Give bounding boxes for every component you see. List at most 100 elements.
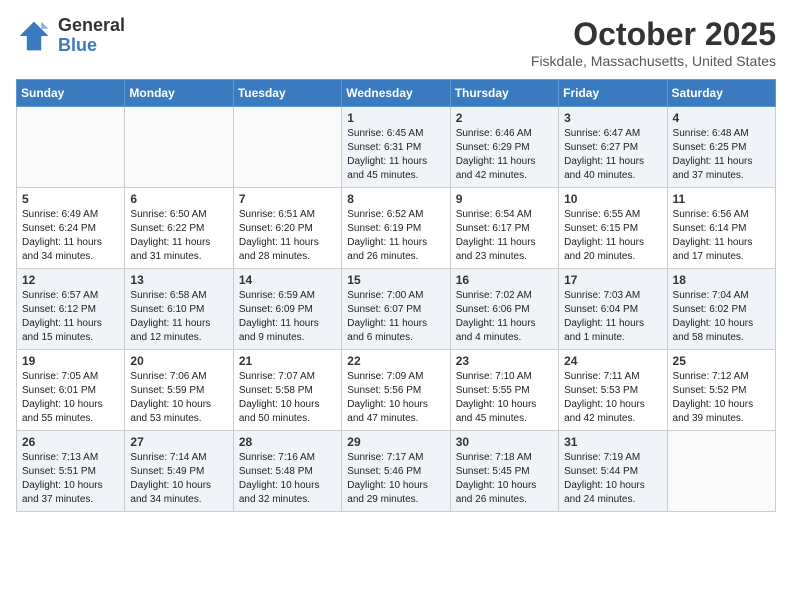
location: Fiskdale, Massachusetts, United States [531,53,776,69]
logo: General Blue [16,16,125,56]
day-number: 30 [456,435,553,449]
day-number: 27 [130,435,227,449]
day-number: 4 [673,111,770,125]
weekday-header-sunday: Sunday [17,80,125,107]
day-number: 3 [564,111,661,125]
day-info: Sunrise: 6:46 AM Sunset: 6:29 PM Dayligh… [456,127,553,183]
calendar-cell: 24Sunrise: 7:11 AM Sunset: 5:53 PM Dayli… [559,350,667,431]
day-info: Sunrise: 7:05 AM Sunset: 6:01 PM Dayligh… [22,370,119,426]
day-info: Sunrise: 7:00 AM Sunset: 6:07 PM Dayligh… [347,289,444,345]
day-number: 11 [673,192,770,206]
day-number: 2 [456,111,553,125]
calendar-cell: 17Sunrise: 7:03 AM Sunset: 6:04 PM Dayli… [559,269,667,350]
calendar-cell: 16 Sunrise: 7:02 AM Sunset: 6:06 PM Dayli… [450,269,558,350]
day-info: Sunrise: 6:45 AM Sunset: 6:31 PM Dayligh… [347,127,444,183]
calendar-cell: 13 Sunrise: 6:58 AM Sunset: 6:10 PM Dayli… [125,269,233,350]
day-number: 24 [564,354,661,368]
week-row-5: 26Sunrise: 7:13 AM Sunset: 5:51 PM Dayli… [17,431,776,512]
page-header: General Blue October 2025 Fiskdale, Mass… [16,16,776,69]
weekday-header-tuesday: Tuesday [233,80,341,107]
day-number: 21 [239,354,336,368]
day-info: Sunrise: 6:56 AM Sunset: 6:14 PM Dayligh… [673,208,770,264]
day-number: 7 [239,192,336,206]
weekday-header-friday: Friday [559,80,667,107]
day-info: Sunrise: 7:10 AM Sunset: 5:55 PM Dayligh… [456,370,553,426]
day-number: 25 [673,354,770,368]
day-number: 18 [673,273,770,287]
day-info: Sunrise: 7:03 AM Sunset: 6:04 PM Dayligh… [564,289,661,345]
calendar-cell [17,107,125,188]
day-info: Sunrise: 6:59 AM Sunset: 6:09 PM Dayligh… [239,289,336,345]
day-number: 28 [239,435,336,449]
calendar-cell: 5 Sunrise: 6:49 AM Sunset: 6:24 PM Daylig… [17,188,125,269]
day-info: Sunrise: 7:07 AM Sunset: 5:58 PM Dayligh… [239,370,336,426]
day-number: 5 [22,192,119,206]
calendar-cell: 10 Sunrise: 6:55 AM Sunset: 6:15 PM Dayli… [559,188,667,269]
day-info: Sunrise: 6:51 AM Sunset: 6:20 PM Dayligh… [239,208,336,264]
calendar-cell: 14 Sunrise: 6:59 AM Sunset: 6:09 PM Dayli… [233,269,341,350]
day-info: Sunrise: 6:47 AM Sunset: 6:27 PM Dayligh… [564,127,661,183]
calendar-cell: 6 Sunrise: 6:50 AM Sunset: 6:22 PM Daylig… [125,188,233,269]
title-block: October 2025 Fiskdale, Massachusetts, Un… [531,16,776,69]
logo-general-text: General [58,16,125,36]
day-number: 23 [456,354,553,368]
weekday-header-row: SundayMondayTuesdayWednesdayThursdayFrid… [17,80,776,107]
calendar-cell: 29Sunrise: 7:17 AM Sunset: 5:46 PM Dayli… [342,431,450,512]
calendar-cell: 28Sunrise: 7:16 AM Sunset: 5:48 PM Dayli… [233,431,341,512]
calendar-cell: 27Sunrise: 7:14 AM Sunset: 5:49 PM Dayli… [125,431,233,512]
week-row-2: 5 Sunrise: 6:49 AM Sunset: 6:24 PM Daylig… [17,188,776,269]
week-row-3: 12 Sunrise: 6:57 AM Sunset: 6:12 PM Dayli… [17,269,776,350]
day-number: 14 [239,273,336,287]
calendar-cell: 3 Sunrise: 6:47 AM Sunset: 6:27 PM Daylig… [559,107,667,188]
calendar-cell: 2 Sunrise: 6:46 AM Sunset: 6:29 PM Daylig… [450,107,558,188]
day-number: 29 [347,435,444,449]
day-number: 13 [130,273,227,287]
calendar-cell [667,431,775,512]
calendar-cell: 15Sunrise: 7:00 AM Sunset: 6:07 PM Dayli… [342,269,450,350]
day-info: Sunrise: 6:48 AM Sunset: 6:25 PM Dayligh… [673,127,770,183]
week-row-1: 1 Sunrise: 6:45 AM Sunset: 6:31 PM Daylig… [17,107,776,188]
calendar-table: SundayMondayTuesdayWednesdayThursdayFrid… [16,79,776,512]
day-number: 19 [22,354,119,368]
calendar-cell [233,107,341,188]
day-number: 8 [347,192,444,206]
day-info: Sunrise: 6:55 AM Sunset: 6:15 PM Dayligh… [564,208,661,264]
calendar-cell: 11 Sunrise: 6:56 AM Sunset: 6:14 PM Dayli… [667,188,775,269]
day-number: 22 [347,354,444,368]
logo-blue-text: Blue [58,36,125,56]
day-number: 6 [130,192,227,206]
day-info: Sunrise: 7:02 AM Sunset: 6:06 PM Dayligh… [456,289,553,345]
calendar-cell: 31 Sunrise: 7:19 AM Sunset: 5:44 PM Dayli… [559,431,667,512]
calendar-cell: 1 Sunrise: 6:45 AM Sunset: 6:31 PM Daylig… [342,107,450,188]
day-info: Sunrise: 6:52 AM Sunset: 6:19 PM Dayligh… [347,208,444,264]
calendar-cell: 25 Sunrise: 7:12 AM Sunset: 5:52 PM Dayli… [667,350,775,431]
calendar-cell: 19 Sunrise: 7:05 AM Sunset: 6:01 PM Dayli… [17,350,125,431]
day-info: Sunrise: 7:19 AM Sunset: 5:44 PM Dayligh… [564,451,661,507]
calendar-cell: 30Sunrise: 7:18 AM Sunset: 5:45 PM Dayli… [450,431,558,512]
day-number: 20 [130,354,227,368]
day-info: Sunrise: 7:12 AM Sunset: 5:52 PM Dayligh… [673,370,770,426]
calendar-cell: 7 Sunrise: 6:51 AM Sunset: 6:20 PM Daylig… [233,188,341,269]
calendar-cell: 22Sunrise: 7:09 AM Sunset: 5:56 PM Dayli… [342,350,450,431]
calendar-cell: 23 Sunrise: 7:10 AM Sunset: 5:55 PM Dayli… [450,350,558,431]
calendar-cell [125,107,233,188]
day-info: Sunrise: 6:50 AM Sunset: 6:22 PM Dayligh… [130,208,227,264]
logo-icon [16,18,52,54]
day-number: 10 [564,192,661,206]
weekday-header-monday: Monday [125,80,233,107]
day-info: Sunrise: 6:49 AM Sunset: 6:24 PM Dayligh… [22,208,119,264]
calendar-cell: 12 Sunrise: 6:57 AM Sunset: 6:12 PM Dayli… [17,269,125,350]
day-info: Sunrise: 6:57 AM Sunset: 6:12 PM Dayligh… [22,289,119,345]
day-info: Sunrise: 6:58 AM Sunset: 6:10 PM Dayligh… [130,289,227,345]
month-title: October 2025 [531,16,776,53]
day-number: 9 [456,192,553,206]
day-info: Sunrise: 7:13 AM Sunset: 5:51 PM Dayligh… [22,451,119,507]
day-number: 1 [347,111,444,125]
day-number: 16 [456,273,553,287]
calendar-cell: 4 Sunrise: 6:48 AM Sunset: 6:25 PM Daylig… [667,107,775,188]
day-number: 31 [564,435,661,449]
day-info: Sunrise: 7:04 AM Sunset: 6:02 PM Dayligh… [673,289,770,345]
calendar-cell: 21 Sunrise: 7:07 AM Sunset: 5:58 PM Dayli… [233,350,341,431]
day-number: 12 [22,273,119,287]
calendar-cell: 9Sunrise: 6:54 AM Sunset: 6:17 PM Daylig… [450,188,558,269]
